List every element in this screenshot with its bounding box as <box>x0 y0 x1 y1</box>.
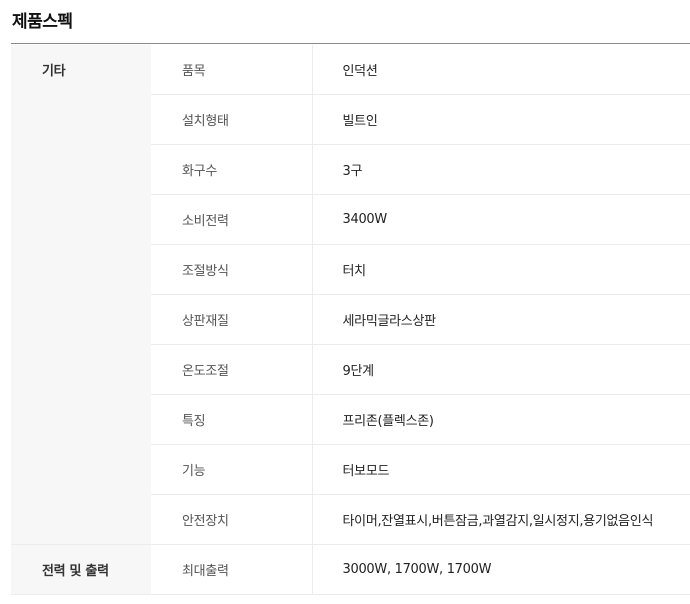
spec-value: 세라믹글라스상판 <box>312 294 690 345</box>
spec-key: 조절방식 <box>151 244 313 295</box>
spec-key: 상판재질 <box>151 294 313 345</box>
spec-key: 최대출력 <box>151 544 313 595</box>
spec-key: 화구수 <box>151 144 313 195</box>
page-title: 제품스펙 <box>12 12 73 32</box>
spec-value: 3000W, 1700W, 1700W <box>312 544 690 595</box>
spec-value: 인덕션 <box>312 45 690 95</box>
title-divider <box>11 43 690 44</box>
spec-value: 프리존(플렉스존) <box>312 394 690 445</box>
spec-row: 전력 및 출력 최대출력 3000W, 1700W, 1700W <box>11 544 690 595</box>
spec-value: 3구 <box>312 144 690 195</box>
spec-value: 타이머,잔열표시,버튼잠금,과열감지,일시정지,용기없음인식 <box>312 494 690 545</box>
spec-key: 온도조절 <box>151 344 313 395</box>
spec-key: 품목 <box>151 45 313 95</box>
spec-row: 기타 품목 인덕션 <box>11 45 690 545</box>
spec-key: 특징 <box>151 394 313 445</box>
spec-value: 터치 <box>312 244 690 295</box>
spec-value: 터보모드 <box>312 444 690 495</box>
spec-value: 빌트인 <box>312 94 690 145</box>
spec-key: 설치형태 <box>151 94 313 145</box>
spec-group-label: 전력 및 출력 <box>11 544 151 595</box>
spec-table: 기타 품목 인덕션 설치형태 빌트인 화구수 3구 소비전력 3400W 조절방… <box>11 45 690 595</box>
spec-key: 기능 <box>151 444 313 495</box>
spec-key: 소비전력 <box>151 194 313 245</box>
spec-group-label: 기타 <box>11 45 151 545</box>
spec-value: 3400W <box>312 194 690 245</box>
spec-key: 안전장치 <box>151 494 313 545</box>
spec-value: 9단계 <box>312 344 690 395</box>
